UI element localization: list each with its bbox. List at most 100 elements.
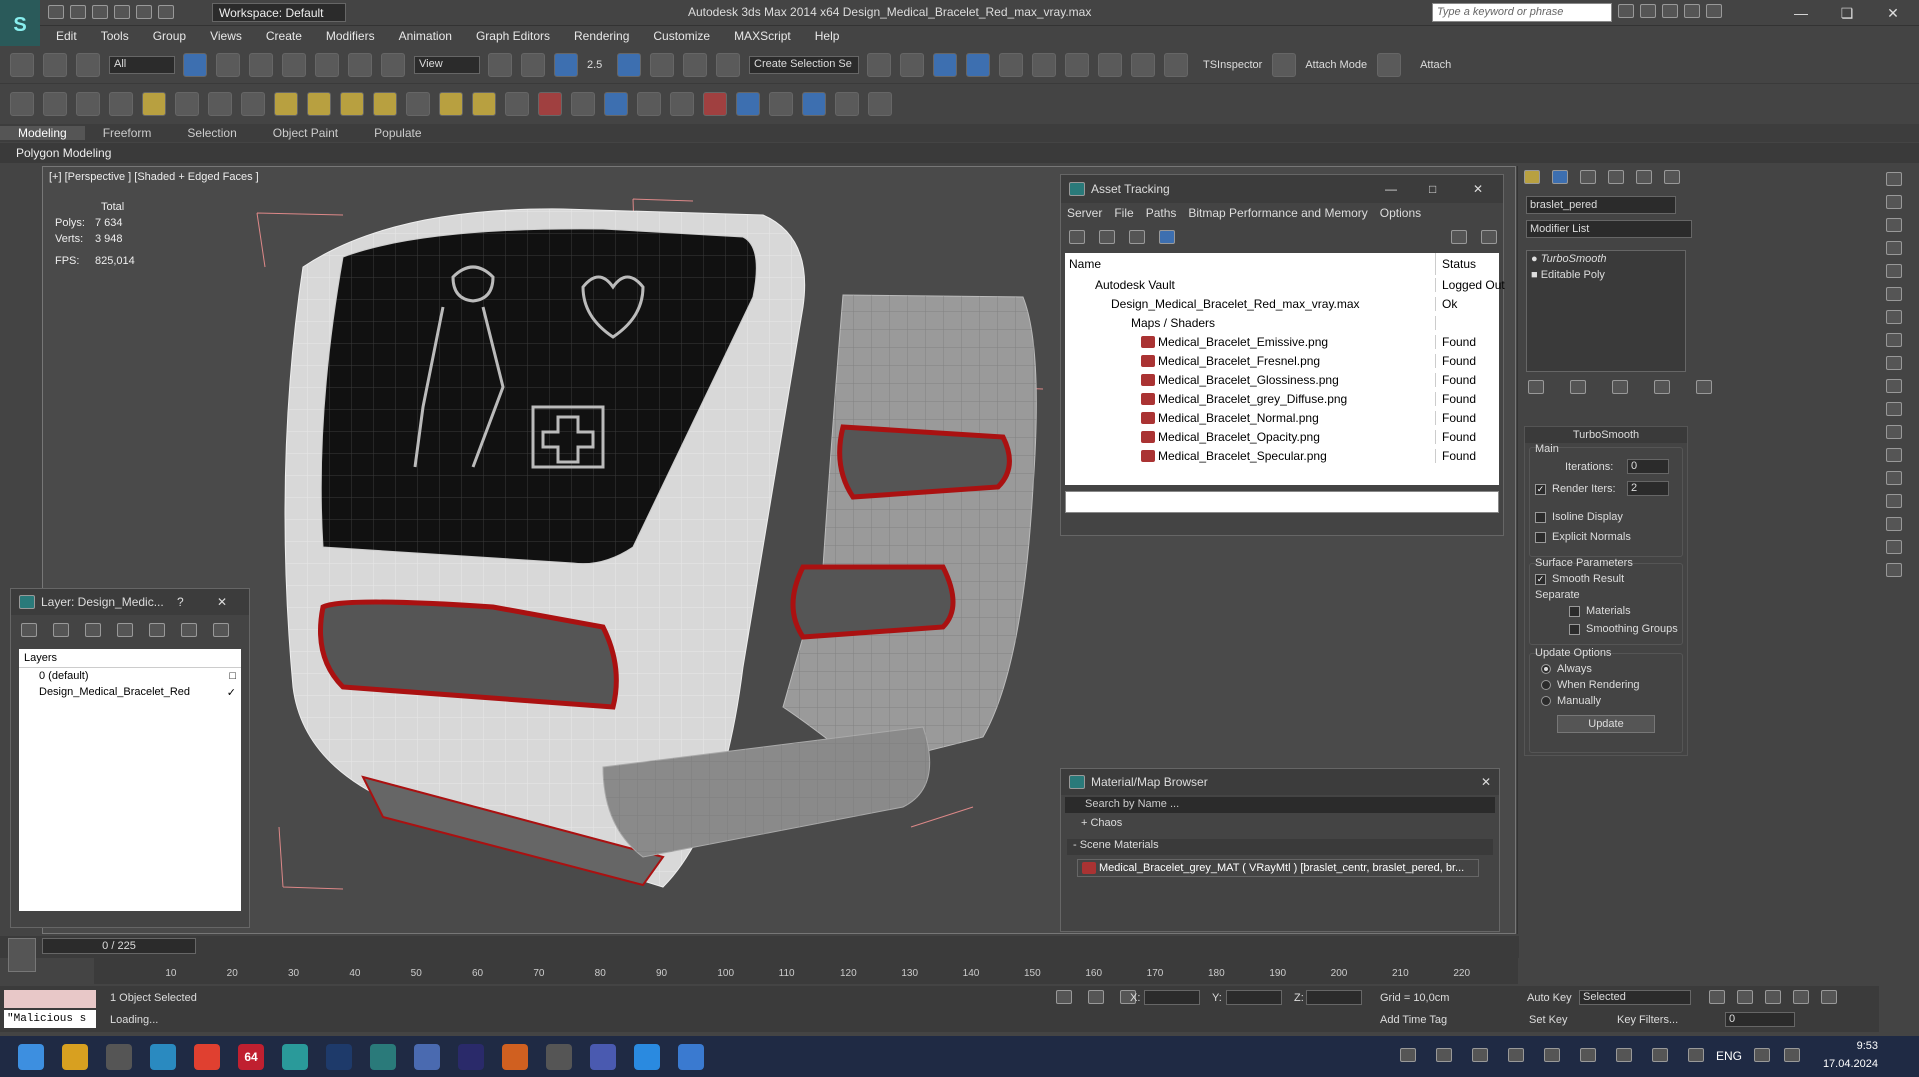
menu-customize[interactable]: Customize: [653, 29, 710, 43]
spinner-snap-icon[interactable]: [683, 52, 707, 77]
tray-headset-icon[interactable]: [1508, 1048, 1524, 1062]
render-icon[interactable]: [43, 92, 67, 116]
delete-layer-icon[interactable]: [53, 623, 69, 637]
hierarchy-tab-icon[interactable]: [1580, 170, 1596, 184]
add-to-layer-icon[interactable]: [85, 623, 101, 637]
menu-rendering[interactable]: Rendering: [574, 29, 629, 43]
question-icon[interactable]: [868, 92, 892, 116]
layer-item[interactable]: 0 (default) □: [19, 668, 241, 684]
helper-tool-icon[interactable]: [1886, 218, 1902, 232]
unlink-icon[interactable]: [43, 52, 67, 77]
shape-icon[interactable]: [1886, 310, 1902, 324]
clock-date[interactable]: 17.04.2024: [1818, 1058, 1878, 1070]
ball-icon[interactable]: [340, 92, 364, 116]
tree-icon[interactable]: [1886, 540, 1902, 554]
angle-snap-icon[interactable]: [617, 52, 641, 77]
menu-create[interactable]: Create: [266, 29, 302, 43]
tab-selection[interactable]: Selection: [169, 126, 254, 140]
frame-buffer-icon[interactable]: [769, 92, 793, 116]
camera-tool-icon[interactable]: [1886, 172, 1902, 186]
render-setup-icon[interactable]: [1098, 52, 1122, 77]
menu-graph-editors[interactable]: Graph Editors: [476, 29, 550, 43]
freeze-all-layers-icon[interactable]: [213, 623, 229, 637]
column-name-header[interactable]: Name: [1065, 253, 1436, 275]
pivot-center-icon[interactable]: [488, 52, 512, 77]
bind-space-warp-icon[interactable]: [76, 52, 100, 77]
ribbon-panel-label[interactable]: Polygon Modeling: [0, 143, 1919, 163]
close-button[interactable]: ✕: [1878, 2, 1908, 24]
thumbnail-view-icon[interactable]: [1129, 230, 1145, 244]
go-to-start-icon[interactable]: [1709, 990, 1725, 1004]
modifier-list-dropdown[interactable]: Modifier List: [1526, 220, 1692, 238]
notepad-icon[interactable]: [414, 1044, 440, 1070]
create-tab-icon[interactable]: [1524, 170, 1540, 184]
max-logo-icon[interactable]: S: [0, 0, 40, 50]
wifi-icon[interactable]: [1754, 1048, 1770, 1062]
table-view-icon[interactable]: [1159, 230, 1175, 244]
paint-icon[interactable]: [1886, 402, 1902, 416]
tray-telegram-icon[interactable]: [1436, 1048, 1452, 1062]
menu-group[interactable]: Group: [153, 29, 186, 43]
asset-close-icon[interactable]: ✕: [1473, 182, 1483, 196]
asset-menu-file[interactable]: File: [1114, 206, 1133, 220]
smoothing-groups-checkbox[interactable]: [1569, 623, 1580, 635]
file-explorer-icon[interactable]: [62, 1044, 88, 1070]
menu-maxscript[interactable]: MAXScript: [734, 29, 791, 43]
tab-object-paint[interactable]: Object Paint: [255, 126, 356, 140]
scale-icon[interactable]: [381, 52, 405, 77]
asset-menu-server[interactable]: Server: [1067, 206, 1102, 220]
attach-label[interactable]: Attach: [1420, 59, 1451, 71]
new-layer-icon[interactable]: [21, 623, 37, 637]
undo-icon[interactable]: [114, 5, 130, 19]
menu-views[interactable]: Views: [210, 29, 242, 43]
tray-security-icon[interactable]: [1652, 1048, 1668, 1062]
tab-freeform[interactable]: Freeform: [85, 126, 170, 140]
add-time-tag[interactable]: Add Time Tag: [1380, 1014, 1447, 1026]
link-icon[interactable]: [10, 52, 34, 77]
reference-coordinate-dropdown[interactable]: View: [414, 55, 480, 74]
when-rendering-radio[interactable]: [1541, 680, 1551, 691]
select-in-layer-icon[interactable]: [117, 623, 133, 637]
archive-icon[interactable]: [590, 1044, 616, 1070]
attach-mode-label[interactable]: Attach Mode: [1305, 59, 1367, 71]
ts-inspector-label[interactable]: TSInspector: [1203, 59, 1262, 71]
displacement-icon[interactable]: [637, 92, 661, 116]
go-to-end-icon[interactable]: [1821, 990, 1837, 1004]
tray-arrow-icon[interactable]: [1400, 1048, 1416, 1062]
material-ball-icon[interactable]: [703, 92, 727, 116]
mini-curve-editor-icon[interactable]: [8, 938, 36, 972]
window-crossing-icon[interactable]: [282, 52, 306, 77]
select-manipulate-icon[interactable]: [521, 52, 545, 77]
calculator-icon[interactable]: [109, 92, 133, 116]
percent-snap-icon[interactable]: [650, 52, 674, 77]
rotate-icon[interactable]: [348, 52, 372, 77]
search-app-icon[interactable]: [546, 1044, 572, 1070]
keyboard-shortcut-override-icon[interactable]: [554, 52, 578, 77]
render-production-icon[interactable]: [1164, 52, 1188, 77]
material-item[interactable]: Medical_Bracelet_grey_MAT ( VRayMtl ) [b…: [1077, 859, 1479, 877]
start-icon[interactable]: [18, 1044, 44, 1070]
layer-help-icon[interactable]: ?: [177, 595, 217, 609]
search-input[interactable]: Type a keyword or phrase: [1432, 3, 1612, 22]
asset-menu-paths[interactable]: Paths: [1146, 206, 1177, 220]
environment-fog-icon[interactable]: [604, 92, 628, 116]
task-view-icon[interactable]: [106, 1044, 132, 1070]
camera-icon[interactable]: [175, 92, 199, 116]
tray-nvidia-icon[interactable]: [1616, 1048, 1632, 1062]
clock-time[interactable]: 9:53: [1818, 1040, 1878, 1052]
table-row[interactable]: Design_Medical_Bracelet_Red_max_vray.max…: [1065, 294, 1499, 313]
save-file-icon[interactable]: [92, 5, 108, 19]
z-coordinate-field[interactable]: [1306, 990, 1362, 1005]
asset-path-field[interactable]: [1065, 491, 1499, 513]
star-icon[interactable]: [1684, 4, 1700, 18]
remove-modifier-icon[interactable]: [1654, 380, 1670, 394]
hierarchy-icon[interactable]: [1886, 333, 1902, 347]
ribbon-toggle-icon[interactable]: [966, 52, 990, 77]
mirror-icon[interactable]: [867, 52, 891, 77]
menu-help[interactable]: Help: [815, 29, 840, 43]
maxscript-output[interactable]: "Malicious s: [4, 1010, 96, 1028]
sphere-icon[interactable]: [307, 92, 331, 116]
fur-icon[interactable]: [505, 92, 529, 116]
camera-app-icon[interactable]: [678, 1044, 704, 1070]
pin-stack-icon[interactable]: [1528, 380, 1544, 394]
